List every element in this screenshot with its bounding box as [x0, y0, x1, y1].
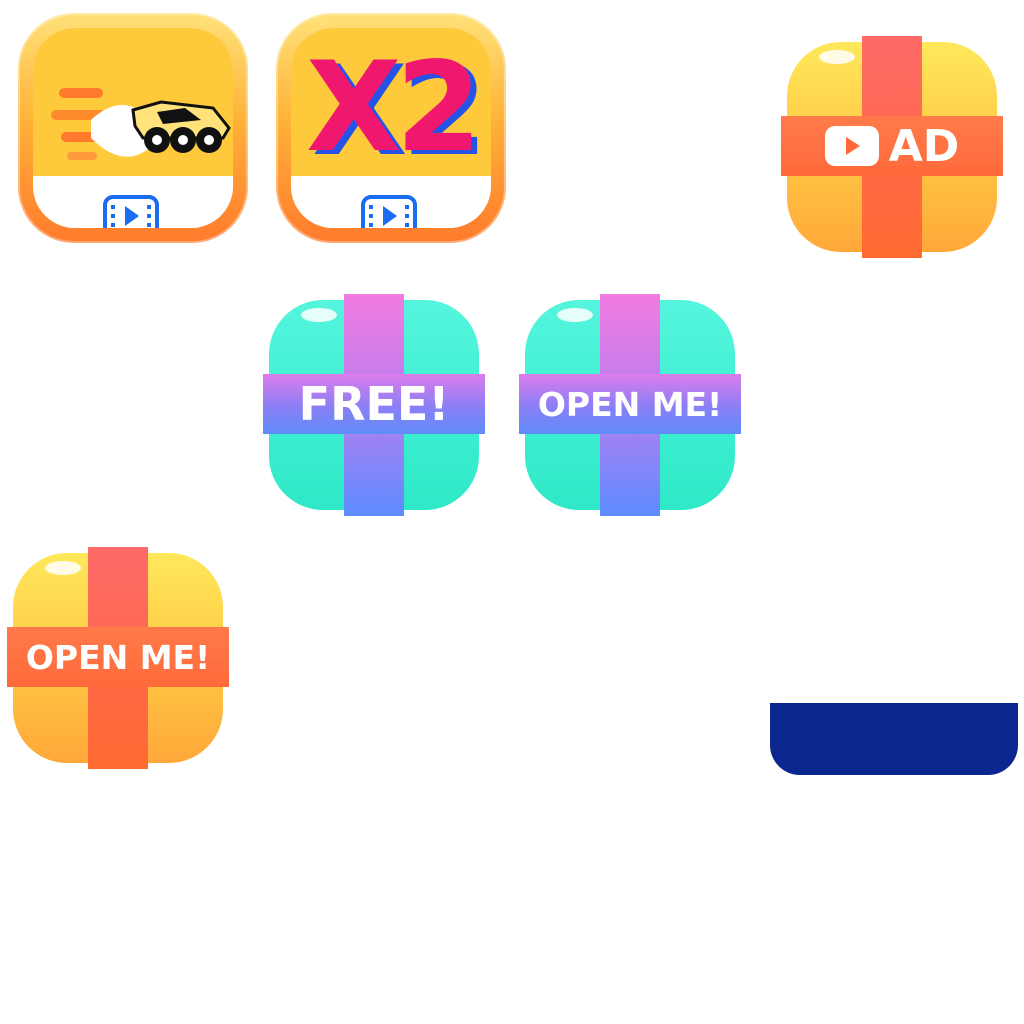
- speed-car-icon: [51, 88, 231, 160]
- video-play-icon[interactable]: [103, 195, 159, 228]
- open-me-label: OPEN ME!: [25, 637, 211, 677]
- free-ribbon-band: FREE!: [263, 374, 485, 434]
- free-gift-box[interactable]: FREE!: [263, 294, 485, 516]
- open-me-label: OPEN ME!: [537, 384, 723, 424]
- open-ribbon-band: OPEN ME!: [7, 627, 229, 687]
- navy-button[interactable]: [770, 703, 1018, 775]
- gift-shine: [45, 561, 81, 575]
- play-icon: [824, 126, 879, 166]
- double-booster-panel: X2: [291, 28, 491, 228]
- speed-booster-top: [33, 28, 233, 176]
- open-ribbon-band: OPEN ME!: [519, 374, 741, 434]
- x2-label: X2: [306, 36, 482, 180]
- ad-label: AD: [888, 120, 960, 172]
- double-booster-top: X2: [291, 28, 491, 180]
- video-play-icon[interactable]: [361, 195, 417, 228]
- gift-shine: [819, 50, 855, 64]
- ad-ribbon-band: AD: [781, 116, 1003, 176]
- gift-shine: [557, 308, 593, 322]
- double-booster-tile[interactable]: X2: [276, 13, 506, 243]
- gift-shine: [301, 308, 337, 322]
- open-gift-mint[interactable]: OPEN ME!: [519, 294, 741, 516]
- speed-booster-tile[interactable]: [18, 13, 248, 243]
- free-label: FREE!: [298, 377, 450, 431]
- open-gift-gold[interactable]: OPEN ME!: [7, 547, 229, 769]
- ad-gift-box[interactable]: AD: [781, 36, 1003, 258]
- ad-badge: AD: [824, 120, 960, 172]
- speed-booster-panel: [33, 28, 233, 228]
